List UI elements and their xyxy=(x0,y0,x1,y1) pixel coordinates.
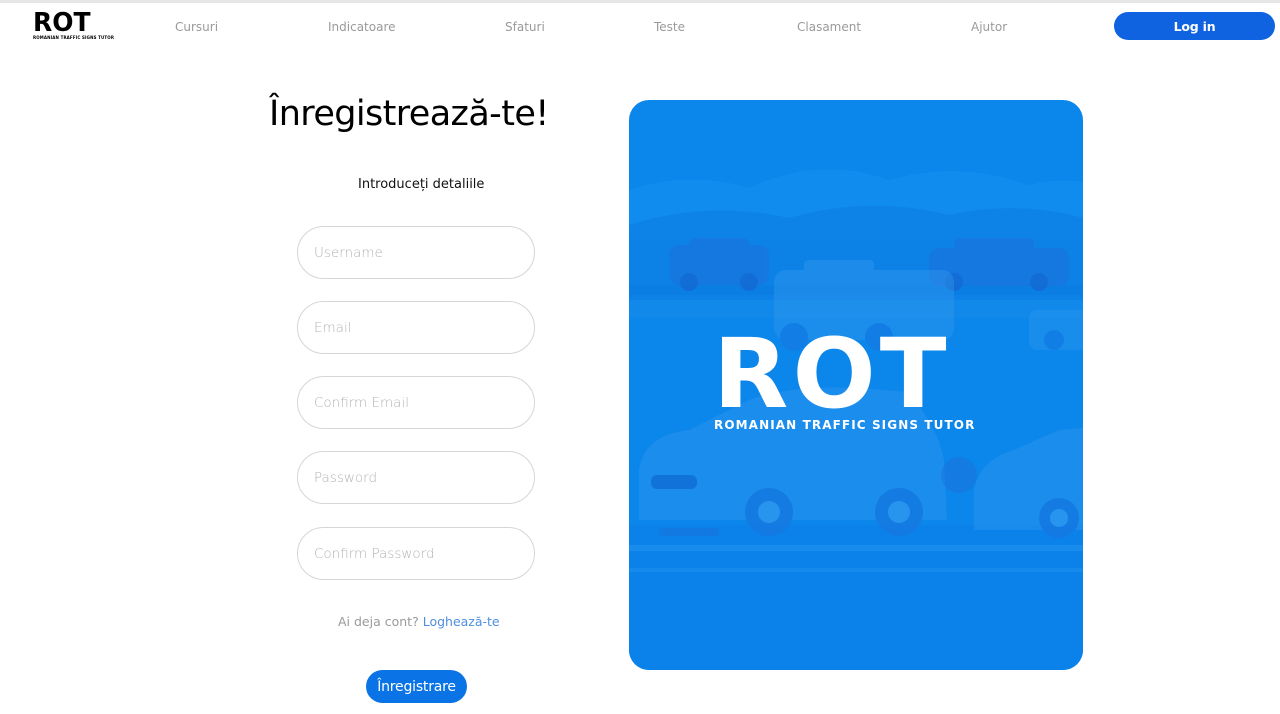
password-input[interactable] xyxy=(297,451,535,504)
login-link[interactable]: Loghează-te xyxy=(423,614,500,629)
nav-item-teste[interactable]: Teste xyxy=(654,20,685,34)
confirm-password-input[interactable] xyxy=(297,527,535,580)
nav-item-indicatoare[interactable]: Indicatoare xyxy=(328,20,396,34)
nav-item-clasament[interactable]: Clasament xyxy=(797,20,861,34)
account-prompt: Ai deja cont? Loghează-te xyxy=(338,614,500,629)
confirm-email-input[interactable] xyxy=(297,376,535,429)
nav-item-sfaturi[interactable]: Sfaturi xyxy=(505,20,545,34)
email-input[interactable] xyxy=(297,301,535,354)
form-subtitle: Introduceți detaliile xyxy=(358,177,485,192)
page-title: Înregistrează-te! xyxy=(269,94,549,134)
logo-text: ROT xyxy=(33,7,91,38)
brand-logo[interactable]: ROT ROMANIAN TRAFFIC SIGNS TUTOR xyxy=(33,7,114,41)
top-border xyxy=(0,0,1280,3)
username-input[interactable] xyxy=(297,226,535,279)
account-prompt-text: Ai deja cont? xyxy=(338,614,419,629)
hero-illustration: ROT ROMANIAN TRAFFIC SIGNS TUTOR xyxy=(629,100,1083,670)
nav-item-ajutor[interactable]: Ajutor xyxy=(971,20,1007,34)
hero-tagline: ROMANIAN TRAFFIC SIGNS TUTOR xyxy=(714,418,976,432)
hero-logo-text: ROT xyxy=(713,318,951,430)
register-button[interactable]: Înregistrare xyxy=(366,670,467,703)
login-button[interactable]: Log in xyxy=(1114,12,1275,40)
nav-item-cursuri[interactable]: Cursuri xyxy=(175,20,218,34)
